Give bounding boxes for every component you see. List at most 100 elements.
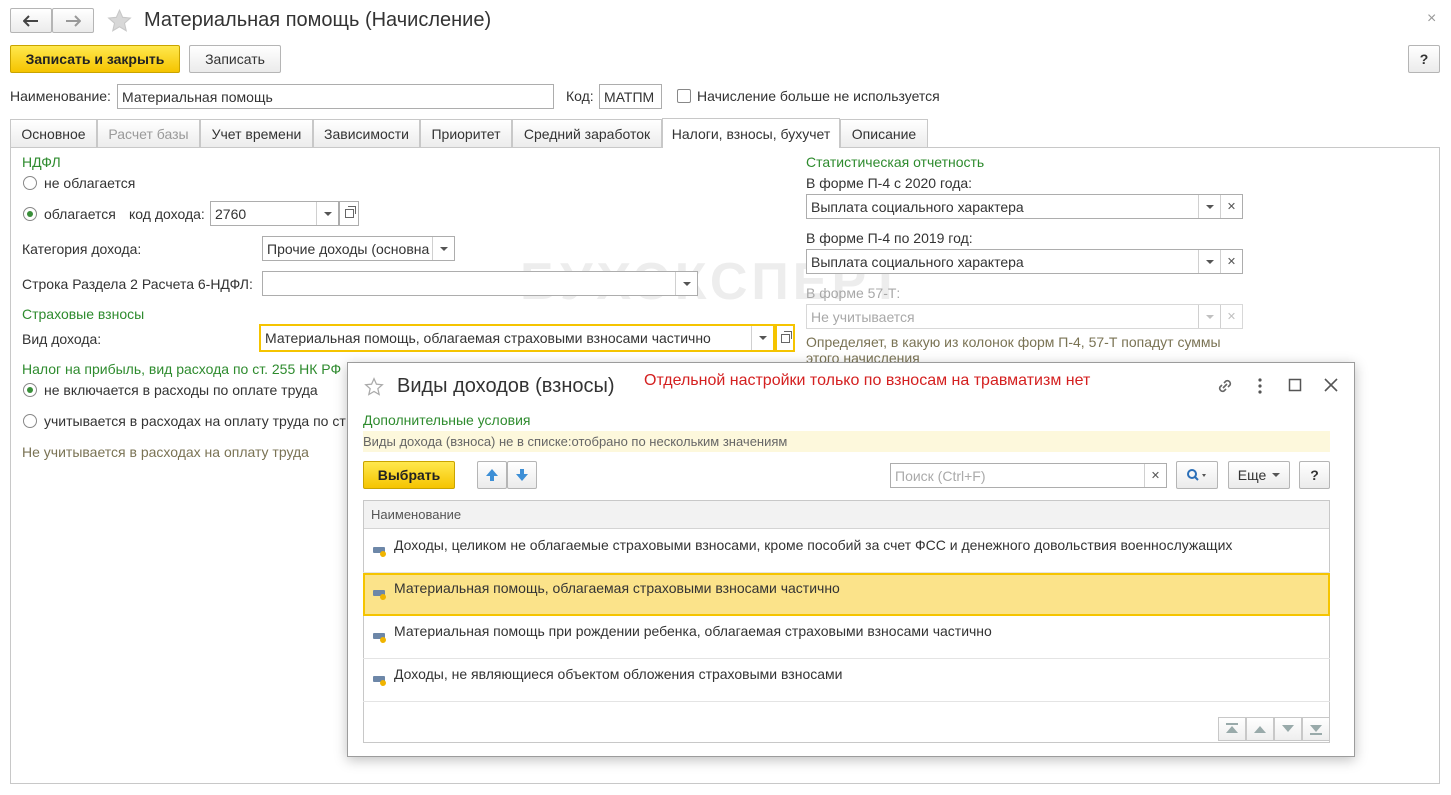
- ndfl-heading: НДФЛ: [22, 154, 61, 170]
- clear-icon[interactable]: ✕: [1220, 250, 1242, 273]
- name-field[interactable]: Материальная помощь: [117, 84, 554, 109]
- income-types-dialog: Виды доходов (взносы) Отдельной настройк…: [347, 362, 1355, 757]
- window-close-icon[interactable]: ×: [1427, 10, 1436, 28]
- profit-not-included-radio[interactable]: [23, 383, 37, 397]
- tab-time-accounting[interactable]: Учет времени: [200, 119, 313, 147]
- first-icon: [1226, 723, 1238, 733]
- maximize-icon[interactable]: [1288, 378, 1302, 392]
- profit-not-included-label: не включается в расходы по оплате труда: [44, 382, 318, 398]
- code-field-value: МАТПМ: [604, 88, 655, 105]
- insurance-heading: Страховые взносы: [22, 306, 145, 322]
- open-icon: [780, 330, 792, 343]
- tab-average-earnings[interactable]: Средний заработок: [512, 119, 662, 147]
- more-button[interactable]: Еще: [1228, 461, 1290, 489]
- ndfl-not-taxed-label: не облагается: [44, 175, 136, 191]
- search-placeholder: Поиск (Ctrl+F): [895, 467, 986, 484]
- chevron-down-icon[interactable]: [1198, 195, 1220, 218]
- dialog-annotation: Отдельной настройки только по взносам на…: [644, 372, 1091, 389]
- income-code-label: код дохода:: [129, 206, 205, 222]
- income-category-field[interactable]: Прочие доходы (основна: [262, 236, 455, 261]
- tab-dependencies[interactable]: Зависимости: [313, 119, 420, 147]
- p4-2020-label: В форме П-4 с 2020 года:: [806, 175, 973, 191]
- save-button[interactable]: Записать: [189, 45, 281, 73]
- close-icon[interactable]: [1323, 377, 1339, 393]
- chevron-down-icon[interactable]: [432, 237, 454, 260]
- dialog-help-button[interactable]: ?: [1299, 461, 1330, 489]
- ndfl-not-taxed-radio[interactable]: [23, 176, 37, 190]
- link-icon[interactable]: [1215, 376, 1235, 396]
- filter-note: Виды дохода (взноса) не в списке:отобран…: [363, 434, 788, 449]
- arrow-left-icon: [23, 14, 38, 27]
- list-item-selected[interactable]: Материальная помощь, облагаемая страховы…: [363, 573, 1330, 616]
- ndfl-line-field[interactable]: [262, 271, 698, 296]
- profit-tax-note: Не учитывается в расходах на оплату труд…: [22, 444, 309, 460]
- code-field[interactable]: МАТПМ: [599, 84, 662, 109]
- income-type-label: Вид дохода:: [22, 331, 102, 347]
- window-title: Материальная помощь (Начисление): [144, 9, 492, 31]
- chevron-down-icon: [1272, 473, 1281, 477]
- last-page-button[interactable]: [1302, 717, 1330, 741]
- first-page-button[interactable]: [1218, 717, 1246, 741]
- back-button[interactable]: [10, 8, 52, 33]
- favorite-star-icon[interactable]: [106, 8, 133, 34]
- open-icon: [344, 206, 356, 218]
- ndfl-line-label: Строка Раздела 2 Расчета 6-НДФЛ:: [22, 276, 253, 292]
- down-icon: [1282, 725, 1294, 732]
- p4-2020-field[interactable]: Выплата социального характера ✕: [806, 194, 1243, 219]
- chevron-down-icon[interactable]: [751, 326, 773, 350]
- dialog-title: Виды доходов (взносы): [397, 375, 615, 397]
- chevron-down-icon[interactable]: [316, 202, 338, 225]
- clear-icon: ✕: [1220, 305, 1242, 328]
- save-and-close-button[interactable]: Записать и закрыть: [10, 45, 180, 73]
- income-type-open-button[interactable]: [775, 324, 795, 352]
- item-icon: [373, 590, 386, 600]
- previous-page-button[interactable]: [1246, 717, 1274, 741]
- search-icon: [1187, 469, 1206, 481]
- column-header[interactable]: [364, 501, 1329, 529]
- more-vertical-icon[interactable]: [1252, 376, 1268, 396]
- column-header-name: Наименование: [371, 507, 462, 522]
- move-up-button[interactable]: [477, 461, 507, 489]
- income-type-field[interactable]: Материальная помощь, облагаемая страховы…: [259, 324, 775, 352]
- up-icon: [1254, 726, 1266, 733]
- arrow-up-icon: [486, 469, 498, 481]
- income-code-field[interactable]: 2760: [210, 201, 339, 226]
- arrow-right-icon: [66, 14, 81, 27]
- list-item[interactable]: Доходы, не являющиеся объектом обложения…: [363, 659, 1330, 702]
- search-button[interactable]: [1176, 461, 1218, 489]
- chevron-down-icon: [1198, 305, 1220, 328]
- income-category-label: Категория дохода:: [22, 241, 142, 257]
- item-icon: [373, 633, 386, 643]
- search-input[interactable]: Поиск (Ctrl+F) ✕: [890, 463, 1167, 488]
- not-used-checkbox[interactable]: [677, 89, 691, 103]
- list-item[interactable]: Материальная помощь при рождении ребенка…: [363, 616, 1330, 659]
- tab-base-calculation[interactable]: Расчет базы: [97, 119, 200, 147]
- income-type-value: Материальная помощь, облагаемая страховы…: [265, 330, 711, 346]
- move-down-button[interactable]: [507, 461, 537, 489]
- next-page-button[interactable]: [1274, 717, 1302, 741]
- profit-included-radio[interactable]: [23, 414, 37, 428]
- more-button-label: Еще: [1237, 467, 1267, 483]
- clear-icon[interactable]: ✕: [1220, 195, 1242, 218]
- name-field-value: Материальная помощь: [122, 88, 273, 105]
- p4-2020-value: Выплата социального характера: [811, 198, 1024, 215]
- chevron-down-icon[interactable]: [1198, 250, 1220, 273]
- p4-2019-field[interactable]: Выплата социального характера ✕: [806, 249, 1243, 274]
- select-button[interactable]: Выбрать: [363, 461, 455, 489]
- p4-2019-label: В форме П-4 по 2019 год:: [806, 230, 973, 246]
- tab-taxes-contributions-accounting[interactable]: Налоги, взносы, бухучет: [662, 118, 840, 148]
- ndfl-taxed-radio[interactable]: [23, 207, 37, 221]
- chevron-down-icon[interactable]: [675, 272, 697, 295]
- tab-priority[interactable]: Приоритет: [420, 119, 512, 147]
- tab-main[interactable]: Основное: [10, 119, 97, 147]
- income-code-open-button[interactable]: [339, 201, 359, 226]
- tab-description[interactable]: Описание: [840, 119, 928, 147]
- favorite-star-icon[interactable]: [364, 377, 384, 397]
- profit-tax-heading: Налог на прибыль, вид расхода по ст. 255…: [22, 361, 342, 377]
- forward-button[interactable]: [52, 8, 94, 33]
- help-button[interactable]: ?: [1408, 45, 1440, 73]
- item-icon: [373, 676, 386, 686]
- statistics-note-line1: Определяет, в какую из колонок форм П-4,…: [806, 334, 1221, 350]
- list-item[interactable]: Доходы, целиком не облагаемые страховыми…: [363, 530, 1330, 573]
- clear-icon[interactable]: ✕: [1144, 464, 1166, 487]
